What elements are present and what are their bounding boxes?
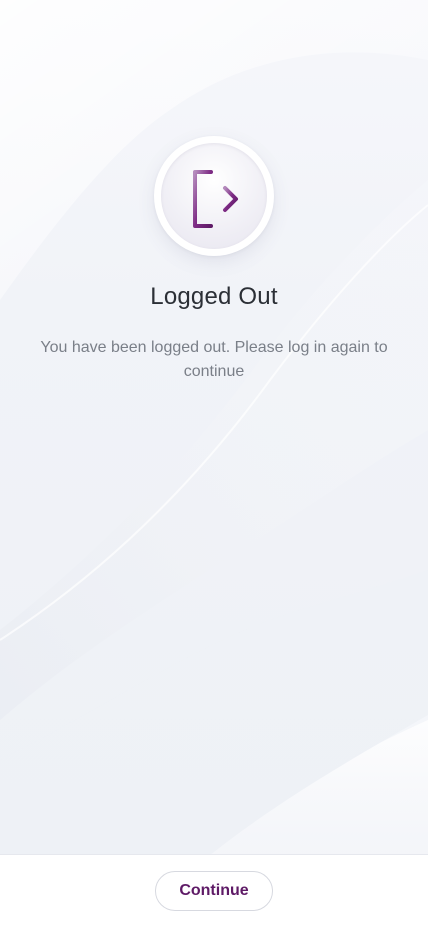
continue-button[interactable]: Continue: [155, 871, 273, 911]
logout-icon: [193, 170, 238, 228]
bottom-action-bar: Continue: [0, 854, 428, 926]
background-waves: [0, 0, 428, 855]
logout-message: You have been logged out. Please log in …: [40, 339, 388, 380]
logout-icon-inner: [161, 143, 267, 249]
page-title: Logged Out: [150, 283, 278, 310]
logout-icon-badge: [154, 136, 274, 256]
background: [0, 0, 428, 855]
logged-out-screen: Logged Out You have been logged out. Ple…: [0, 0, 428, 926]
